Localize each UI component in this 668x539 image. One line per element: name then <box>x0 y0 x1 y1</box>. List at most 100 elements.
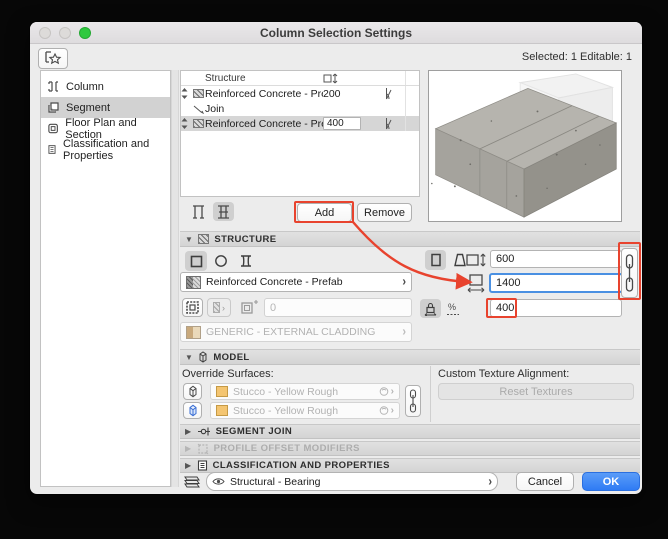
segment-join-section-header[interactable]: ▶ SEGMENT JOIN <box>180 424 640 439</box>
sidebar-item-label: Column <box>66 81 104 93</box>
classification-section-header[interactable]: ▶ CLASSIFICATION AND PROPERTIES <box>180 458 640 473</box>
profile-offset-icon <box>197 443 209 455</box>
chevron-right-icon: › <box>391 386 394 397</box>
surface-toggle-button-2[interactable] <box>183 402 202 419</box>
veneer-fill-swatch-icon <box>213 302 220 313</box>
segment-height-input[interactable] <box>323 117 361 130</box>
surface-toggle-button-1[interactable] <box>183 383 202 400</box>
column-type-toggles <box>188 202 234 221</box>
classification-doc-icon <box>197 460 208 471</box>
collapse-triangle-icon[interactable]: ▼ <box>185 353 193 362</box>
column-icon <box>47 80 60 93</box>
circle-profile-button[interactable] <box>210 251 232 271</box>
link-chain-icon <box>624 252 635 294</box>
floor-plan-icon <box>47 122 59 135</box>
expand-triangle-icon[interactable]: ▶ <box>185 427 192 436</box>
model-section-title: MODEL <box>213 352 249 363</box>
segmented-column-icon <box>217 205 230 219</box>
chevron-right-icon: › <box>402 275 406 289</box>
chevron-right-icon: › <box>402 325 406 339</box>
segment-row-2-selected[interactable]: Reinforced Concrete - Prefab <box>181 116 419 131</box>
layer-dropdown[interactable]: Structural - Bearing › <box>206 472 498 491</box>
lock-icon <box>424 302 437 316</box>
rectangle-profile-icon <box>190 255 203 268</box>
surface-name: Stucco - Yellow Rough <box>233 405 338 417</box>
link-widths-button[interactable] <box>621 248 638 298</box>
structure-section-header[interactable]: ▼ STRUCTURE <box>180 231 640 247</box>
segment-name: Reinforced Concrete - Prefab <box>205 88 323 100</box>
veneer-toggle-button[interactable] <box>182 298 203 317</box>
ok-label: OK <box>603 476 620 488</box>
segment-height-field[interactable] <box>490 299 622 317</box>
layer-name: Structural - Bearing <box>230 476 320 488</box>
profile-offset-title: PROFILE OFFSET MODIFIERS <box>214 443 360 454</box>
complex-profile-button[interactable] <box>235 251 257 271</box>
favorites-button[interactable] <box>38 48 68 69</box>
remove-segment-button[interactable]: Remove <box>357 203 412 222</box>
veneer-material-dropdown: GENERIC - EXTERNAL CLADDING › <box>180 322 412 342</box>
reset-textures-button: Reset Textures <box>438 383 634 400</box>
bottom-width-input[interactable] <box>489 273 623 293</box>
segment-row-join[interactable]: Join <box>181 101 419 116</box>
straight-column-button[interactable] <box>425 250 446 270</box>
sidebar-item-column[interactable]: Column <box>41 76 170 97</box>
title-bar[interactable]: Column Selection Settings <box>30 22 642 44</box>
top-width-input[interactable] <box>490 250 622 268</box>
add-segment-button[interactable]: Add <box>297 203 352 222</box>
structure-section-title: STRUCTURE <box>214 234 276 245</box>
surface-name: Stucco - Yellow Rough <box>233 386 338 398</box>
core-material-name: Reinforced Concrete - Prefab <box>206 276 343 288</box>
splitter-handle[interactable] <box>171 70 179 487</box>
surface-swatch <box>216 386 228 397</box>
segment-height-value[interactable]: 200 <box>323 88 367 100</box>
veneer-icon <box>186 301 199 314</box>
segment-row-1[interactable]: Reinforced Concrete - Prefab 200 <box>181 86 419 101</box>
chevron-right-icon: › <box>488 474 492 488</box>
segment-join-icon <box>197 426 211 437</box>
segmented-column-button[interactable] <box>213 202 234 221</box>
favorites-icon <box>44 51 62 66</box>
layer-icon <box>181 474 201 489</box>
top-width-icon <box>466 253 488 267</box>
preview-3d-pane[interactable] <box>428 70 622 222</box>
sidebar-item-classification-and-properties[interactable]: Classification and Properties <box>41 139 170 160</box>
segment-name: Join <box>205 103 323 115</box>
sidebar-item-segment[interactable]: Segment <box>41 97 170 118</box>
column-selection-settings-dialog: Column Selection Settings Selected: 1 Ed… <box>30 22 642 494</box>
uniform-column-button[interactable] <box>188 202 209 221</box>
fill-swatch-icon <box>193 119 204 128</box>
surface-dropdown-2: Stucco - Yellow Rough › <box>210 402 400 419</box>
core-material-dropdown[interactable]: Reinforced Concrete - Prefab › <box>180 272 412 292</box>
fill-swatch-icon <box>193 89 204 98</box>
expand-triangle-icon: ▶ <box>185 444 192 453</box>
fixed-height-button[interactable] <box>420 299 441 318</box>
cancel-label: Cancel <box>528 476 562 488</box>
column-taper-toggles <box>425 250 470 270</box>
cancel-button[interactable]: Cancel <box>516 472 574 491</box>
percent-icon: % <box>446 302 460 316</box>
straight-column-icon <box>430 253 442 267</box>
segment-icon <box>47 101 60 114</box>
surface-swatch <box>216 405 228 416</box>
expand-triangle-icon[interactable]: ▶ <box>185 461 192 470</box>
proportional-height-button[interactable]: % <box>443 299 463 318</box>
profile-offset-modifiers-section-header: ▶ PROFILE OFFSET MODIFIERS <box>180 441 640 456</box>
veneer-material-swatch <box>186 326 201 339</box>
link-surfaces-button[interactable] <box>405 385 421 417</box>
collapse-triangle-icon[interactable]: ▼ <box>185 235 193 244</box>
svg-text:%: % <box>448 302 456 312</box>
settings-sidebar: Column Segment Floor Plan and Section Cl… <box>40 70 171 487</box>
uniform-column-icon <box>192 205 205 219</box>
sidebar-item-floor-plan-and-section[interactable]: Floor Plan and Section <box>41 118 170 139</box>
ok-button[interactable]: OK <box>582 472 640 491</box>
dialog-title: Column Selection Settings <box>30 22 642 44</box>
reset-textures-label: Reset Textures <box>499 386 572 398</box>
custom-texture-alignment-label: Custom Texture Alignment: <box>438 368 569 380</box>
veneer-fill-button[interactable]: › <box>207 298 231 317</box>
column-preview-render <box>431 73 619 219</box>
bottom-width-icon <box>467 274 487 293</box>
model-section-header[interactable]: ▼ MODEL <box>180 349 640 365</box>
profile-shape-toggles <box>185 251 257 271</box>
slant-icon <box>380 117 393 130</box>
rectangle-profile-button[interactable] <box>185 251 207 271</box>
